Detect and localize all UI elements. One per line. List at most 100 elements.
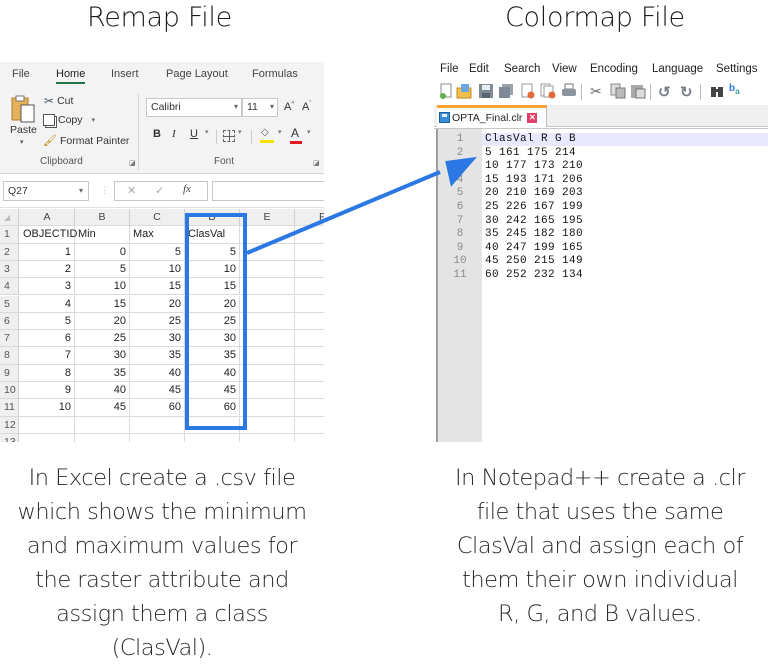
underline-button[interactable]: U xyxy=(190,128,198,140)
cell-f12[interactable] xyxy=(295,417,324,433)
cell-c11[interactable]: 60 xyxy=(130,399,185,416)
cell-c5[interactable]: 20 xyxy=(130,295,185,312)
cell-a8[interactable]: 7 xyxy=(20,347,75,364)
cell-a4[interactable]: 3 xyxy=(20,278,75,295)
cell-e13[interactable] xyxy=(240,433,295,442)
menu-encoding[interactable]: Encoding xyxy=(590,63,638,75)
cell-b1[interactable]: Min xyxy=(75,226,130,243)
font-color-button[interactable]: A xyxy=(290,126,302,144)
cell-e8[interactable] xyxy=(240,347,295,364)
close-tab-icon[interactable]: ✕ xyxy=(527,112,538,123)
paste-icon[interactable] xyxy=(630,83,646,99)
cell-e1[interactable] xyxy=(240,226,295,243)
paste-button[interactable]: Paste ▾ xyxy=(8,94,38,150)
cell-c6[interactable]: 25 xyxy=(130,312,185,330)
font-color-dropdown-icon[interactable]: ▾ xyxy=(307,128,311,136)
cell-c10[interactable]: 45 xyxy=(130,382,185,399)
cell-b8[interactable]: 30 xyxy=(75,347,130,364)
find-icon[interactable] xyxy=(709,83,725,99)
cell-a7[interactable]: 6 xyxy=(20,330,75,347)
close-file-icon[interactable] xyxy=(520,83,536,99)
cut-button[interactable]: ✂ Cut xyxy=(44,94,73,108)
cell-a10[interactable]: 9 xyxy=(20,382,75,399)
bold-button[interactable]: B xyxy=(153,128,161,140)
menu-file[interactable]: File xyxy=(440,63,459,75)
column-header-b[interactable]: B xyxy=(75,209,130,226)
fill-color-button[interactable]: ◇ xyxy=(260,127,274,143)
cell-c7[interactable]: 30 xyxy=(130,330,185,347)
select-all-corner[interactable]: ◢ xyxy=(0,209,19,226)
cell-c2[interactable]: 5 xyxy=(130,243,185,260)
menu-view[interactable]: View xyxy=(552,63,577,75)
cell-c1[interactable]: Max xyxy=(130,226,185,243)
npp-editor[interactable]: 1 2 3 4 5 6 7 8 9 10 11 ClasVal R G B5 161 175 214… xyxy=(434,128,768,442)
cell-e5[interactable] xyxy=(240,295,295,312)
cell-e9[interactable] xyxy=(240,364,295,381)
cell-a13[interactable] xyxy=(20,433,75,442)
copy-icon[interactable] xyxy=(610,83,626,99)
row-header[interactable]: 4 xyxy=(0,278,19,295)
increase-font-size-button[interactable]: A^ xyxy=(284,101,294,113)
format-painter-button[interactable]: 🖌 Format Painter xyxy=(43,134,129,148)
cell-c8[interactable]: 35 xyxy=(130,347,185,364)
cell-b6[interactable]: 20 xyxy=(75,312,130,330)
column-header-f[interactable]: F xyxy=(295,209,324,226)
cell-a6[interactable]: 5 xyxy=(20,312,75,330)
row-header[interactable]: 8 xyxy=(0,347,19,364)
cell-f8[interactable] xyxy=(295,347,324,363)
cell-f6[interactable] xyxy=(295,313,324,329)
fill-color-dropdown-icon[interactable]: ▾ xyxy=(278,128,282,136)
close-all-icon[interactable] xyxy=(540,83,556,99)
row-header[interactable]: 13 xyxy=(0,433,19,442)
row-header[interactable]: 7 xyxy=(0,330,19,347)
decrease-font-size-button[interactable]: Aˇ xyxy=(302,101,311,113)
cell-c12[interactable] xyxy=(130,416,185,433)
cut-icon[interactable]: ✂ xyxy=(590,83,606,99)
row-header[interactable]: 10 xyxy=(0,382,19,399)
cell-b2[interactable]: 0 xyxy=(75,243,130,260)
cell-a9[interactable]: 8 xyxy=(20,364,75,381)
cell-f7[interactable] xyxy=(295,330,324,346)
undo-icon[interactable]: ↺ xyxy=(658,83,674,101)
row-header[interactable]: 1 xyxy=(0,226,19,243)
print-icon[interactable] xyxy=(561,83,577,99)
cell-d13[interactable] xyxy=(185,433,240,442)
cell-c4[interactable]: 15 xyxy=(130,278,185,295)
row-header[interactable]: 12 xyxy=(0,416,19,433)
cell-a12[interactable] xyxy=(20,416,75,433)
cell-e7[interactable] xyxy=(240,330,295,347)
cell-f10[interactable] xyxy=(295,382,324,398)
enter-formula-icon[interactable]: ✓ xyxy=(155,184,164,197)
cell-f3[interactable] xyxy=(295,261,324,277)
font-dialog-launcher-icon[interactable]: ◪ xyxy=(313,159,320,167)
cell-e12[interactable] xyxy=(240,416,295,433)
cell-a5[interactable]: 4 xyxy=(20,295,75,312)
cell-b3[interactable]: 5 xyxy=(75,260,130,278)
clipboard-dialog-launcher-icon[interactable]: ◪ xyxy=(129,159,136,167)
name-box[interactable]: Q27 ▾ xyxy=(3,181,89,201)
menu-settings[interactable]: Settings xyxy=(716,63,758,75)
font-size-select[interactable]: 11 ▾ xyxy=(242,98,278,117)
cell-f5[interactable] xyxy=(295,296,324,312)
cell-e11[interactable] xyxy=(240,399,295,416)
cell-e4[interactable] xyxy=(240,278,295,295)
find-replace-icon[interactable]: ba xyxy=(729,83,745,99)
save-icon[interactable] xyxy=(478,83,494,99)
column-header-c[interactable]: C xyxy=(130,209,185,226)
ribbon-tab-file[interactable]: File xyxy=(12,68,30,80)
row-header[interactable]: 11 xyxy=(0,399,19,416)
insert-function-icon[interactable]: fx xyxy=(183,183,191,195)
ribbon-tab-page-layout[interactable]: Page Layout xyxy=(166,68,228,80)
ribbon-tab-insert[interactable]: Insert xyxy=(111,68,139,80)
menu-search[interactable]: Search xyxy=(504,63,540,75)
file-tab[interactable]: OPTA_Final.clr ✕ xyxy=(437,105,547,127)
cell-e3[interactable] xyxy=(240,260,295,278)
cell-a3[interactable]: 2 xyxy=(20,260,75,278)
cancel-formula-icon[interactable]: ✕ xyxy=(127,184,136,197)
cell-a2[interactable]: 1 xyxy=(20,243,75,260)
cell-b7[interactable]: 25 xyxy=(75,330,130,347)
cell-e10[interactable] xyxy=(240,382,295,399)
cell-c9[interactable]: 40 xyxy=(130,364,185,381)
menu-edit[interactable]: Edit xyxy=(469,63,489,75)
column-header-e[interactable]: E xyxy=(240,209,295,226)
